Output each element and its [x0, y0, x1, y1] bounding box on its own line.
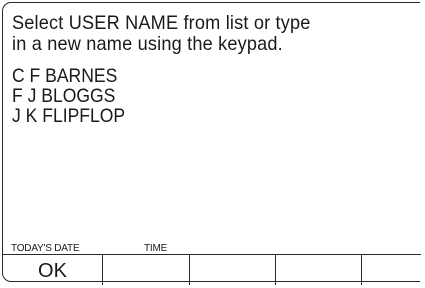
softkey-5[interactable]	[362, 255, 421, 285]
instruction-line-1: Select USER NAME from list or type	[12, 12, 311, 34]
time-label: TIME	[144, 243, 168, 254]
display-screen: Select USER NAME from list or type in a …	[2, 2, 421, 285]
softkey-bar: OK	[3, 255, 421, 285]
user-list-item[interactable]: F J BLOGGS	[12, 86, 125, 106]
softkey-2[interactable]	[103, 255, 190, 285]
status-bar: TODAY'S DATE TIME	[3, 240, 421, 255]
softkey-3[interactable]	[190, 255, 276, 285]
user-name-list: C F BARNES F J BLOGGS J K FLIPFLOP	[12, 66, 125, 126]
ok-softkey[interactable]: OK	[3, 255, 103, 285]
softkey-4[interactable]	[276, 255, 362, 285]
todays-date-label: TODAY'S DATE	[11, 243, 80, 254]
instruction-line-2: in a new name using the keypad.	[12, 33, 283, 55]
user-list-item[interactable]: C F BARNES	[12, 66, 125, 86]
user-list-item[interactable]: J K FLIPFLOP	[12, 106, 125, 126]
ok-softkey-label: OK	[38, 260, 67, 282]
instruction-text: Select USER NAME from list or type in a …	[12, 13, 311, 55]
